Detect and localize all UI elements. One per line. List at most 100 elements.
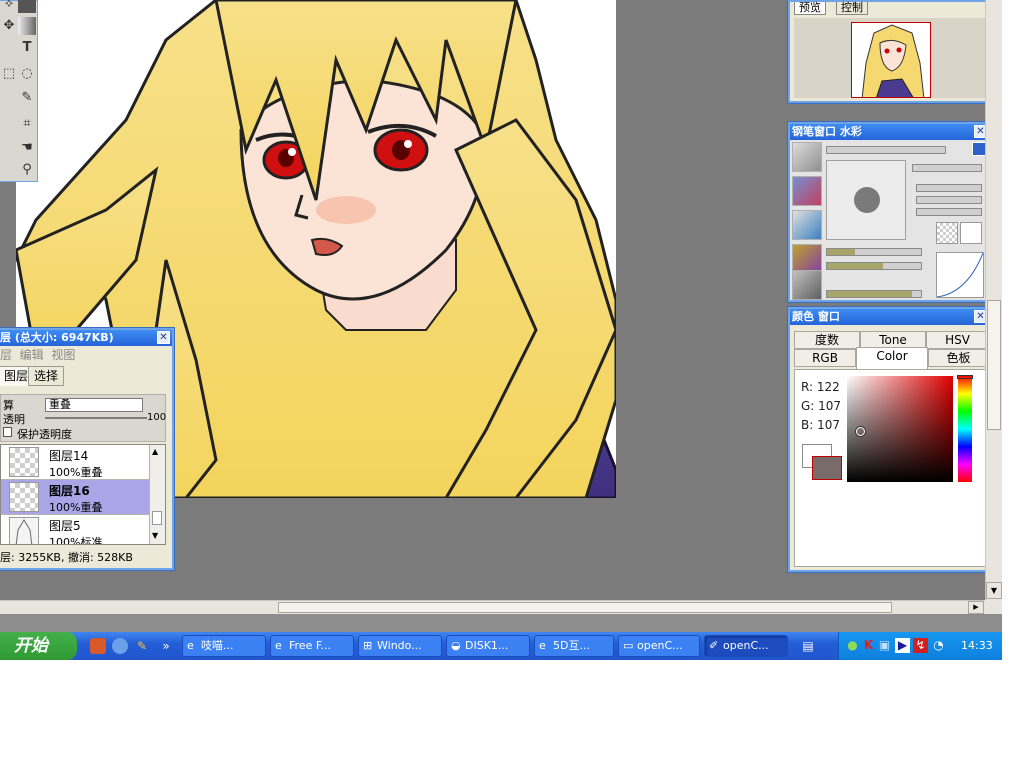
save-icon[interactable] (972, 142, 986, 156)
camera-icon[interactable] (90, 638, 106, 654)
opacity-value: 100 (147, 412, 167, 423)
tab-selection[interactable]: 选择 (28, 366, 65, 386)
flashget-icon[interactable]: ↯ (913, 638, 928, 653)
start-button[interactable]: 开始 (0, 632, 77, 660)
rect-select-icon[interactable] (18, 0, 36, 13)
system-tray: ● K ▣ ▶ ↯ ◔ 14:33 (838, 632, 1002, 660)
taskbar-item[interactable]: ◒ DISK1... (446, 635, 530, 657)
vertical-scroll-thumb[interactable] (987, 300, 1001, 430)
close-icon[interactable]: ✕ (157, 331, 170, 344)
scroll-down-icon[interactable]: ▼ (986, 582, 1002, 599)
windows-icon: ⊞ (363, 639, 373, 652)
media-icon[interactable]: ▶ (895, 638, 910, 653)
crop-icon[interactable]: ⌗ (18, 115, 36, 133)
menu-view[interactable]: 视图 (51, 348, 75, 362)
network-icon[interactable]: ▣ (877, 638, 892, 653)
globe-icon[interactable] (112, 638, 128, 654)
scroll-up-icon[interactable]: ▲ (152, 447, 158, 456)
brush-color-stretch-slider[interactable] (826, 262, 922, 270)
text-icon[interactable]: T (18, 39, 36, 57)
magic-wand-icon[interactable]: ◌ (18, 65, 36, 83)
move-icon[interactable]: ✥ (0, 17, 18, 35)
color-window-title[interactable]: 颜色 窗口 ✕ (790, 309, 989, 325)
horizontal-scroll-thumb[interactable] (278, 602, 892, 613)
clock-small-icon[interactable]: ◔ (931, 638, 946, 653)
main-color-swatch[interactable] (812, 456, 842, 480)
menu-edit[interactable]: 编辑 (20, 348, 44, 362)
preserve-transparency-label: 保护透明度 (17, 428, 72, 441)
tab-color[interactable]: Color (856, 347, 928, 369)
menu-layer[interactable]: 层 (0, 348, 12, 362)
color-window: 颜色 窗口 ✕ 度数 Tone HSV RGB Color 色板 R: 122 … (788, 307, 991, 572)
layers-window-title-text: 层 (总大小: 6947KB) (0, 331, 114, 344)
hand-icon[interactable]: ☚ (18, 139, 36, 157)
brush-watercolor-icon[interactable] (792, 176, 822, 206)
color-cursor[interactable] (856, 427, 865, 436)
layers-tabs: 图层 选择 (0, 364, 172, 386)
layer-row[interactable]: 图层5 100%标准 (1, 515, 149, 544)
brush-min-size-slider[interactable] (916, 196, 982, 204)
layer-row[interactable]: 图层16 100%重叠 (1, 480, 149, 515)
tab-palette[interactable]: 色板 (928, 349, 989, 367)
select-marquee-icon[interactable]: ⬚ (0, 65, 18, 83)
brush-window-title[interactable]: 钢笔窗口 水彩 ✕ (790, 124, 989, 140)
taskbar-item[interactable]: ⊞ Windo... (358, 635, 442, 657)
vertical-scrollbar[interactable]: ▼ (985, 0, 1002, 600)
preview-window: 预览 控制 (788, 0, 991, 103)
brush-opacity-slider[interactable] (826, 290, 922, 298)
taskbar-item[interactable]: ▭ openC... (618, 635, 700, 657)
scroll-thumb[interactable] (152, 511, 162, 525)
taskbar-item[interactable]: e 5D互... (534, 635, 614, 657)
preview-thumbnail[interactable] (851, 22, 931, 98)
preview-area (794, 18, 987, 98)
lasso-icon[interactable]: ⟡ (0, 0, 18, 13)
tab-rgb[interactable]: RGB (794, 349, 856, 367)
k-icon[interactable]: K (861, 638, 876, 653)
layer-row[interactable]: 图层14 100%重叠 (1, 445, 149, 480)
preview-tabs: 预览 控制 (790, 2, 989, 16)
opacity-slider[interactable] (45, 417, 147, 419)
scroll-down-icon[interactable]: ▼ (152, 531, 158, 540)
tab-control[interactable]: 控制 (836, 2, 868, 15)
workspace-bottom (0, 614, 1002, 632)
scroll-right-icon[interactable]: ▶ (968, 601, 984, 614)
brush-pen-icon[interactable] (792, 142, 822, 172)
brush-shape-slider[interactable] (912, 164, 982, 172)
brush-density-slider[interactable] (916, 184, 982, 192)
brush-size-slider[interactable] (826, 146, 946, 154)
clock[interactable]: 14:33 (961, 632, 993, 660)
blend-mode-select[interactable]: 重叠 (45, 398, 143, 412)
preserve-transparency-checkbox[interactable] (3, 427, 12, 437)
brush-water-drop-icon[interactable] (792, 210, 822, 240)
taskbar-item[interactable]: e 吱喵... (182, 635, 266, 657)
brush-color-amount-slider[interactable] (826, 248, 922, 256)
layers-window-title[interactable]: 层 (总大小: 6947KB) ✕ (0, 330, 172, 346)
chevron-icon[interactable]: » (158, 638, 174, 654)
taskbar-item[interactable]: ✐ openC... (704, 635, 788, 657)
user-icon[interactable]: ● (845, 638, 860, 653)
layer-list-scrollbar[interactable]: ▲ ▼ (149, 445, 165, 544)
pen-icon[interactable]: ✎ (18, 89, 36, 107)
brush-blend-slider[interactable] (916, 208, 982, 216)
tab-hsv[interactable]: HSV (926, 331, 989, 349)
task-label: 吱喵... (201, 639, 234, 652)
horizontal-scrollbar[interactable]: ▶ (0, 600, 985, 614)
ie-icon: e (187, 639, 194, 652)
brush-preview (826, 160, 906, 240)
pressure-curve-graph[interactable] (936, 252, 984, 298)
desktop-screen: ⟡ ✥ T ⬚ ◌ ✎ ⌗ ☚ ⚲ 预览 控制 钢笔窗口 水彩 ✕ 颜色 窗口 … (0, 0, 1002, 660)
zoom-icon[interactable]: ⚲ (18, 161, 36, 179)
tab-preview[interactable]: 预览 (794, 2, 826, 15)
texture-icon[interactable] (936, 222, 958, 244)
brush-eraser-icon[interactable] (792, 270, 822, 300)
tab-degrees[interactable]: 度数 (794, 331, 860, 349)
hue-slider[interactable] (958, 376, 972, 482)
pencil-icon[interactable]: ✎ (134, 638, 150, 654)
taskbar-item[interactable]: e Free F... (270, 635, 354, 657)
brush-window-title-text: 钢笔窗口 水彩 (792, 125, 862, 138)
gradient-icon[interactable] (18, 17, 36, 35)
hue-marker[interactable] (957, 375, 973, 379)
paper-icon[interactable] (960, 222, 982, 244)
keyboard-icon[interactable]: ▤ (800, 638, 816, 654)
saturation-value-square[interactable] (847, 376, 953, 482)
